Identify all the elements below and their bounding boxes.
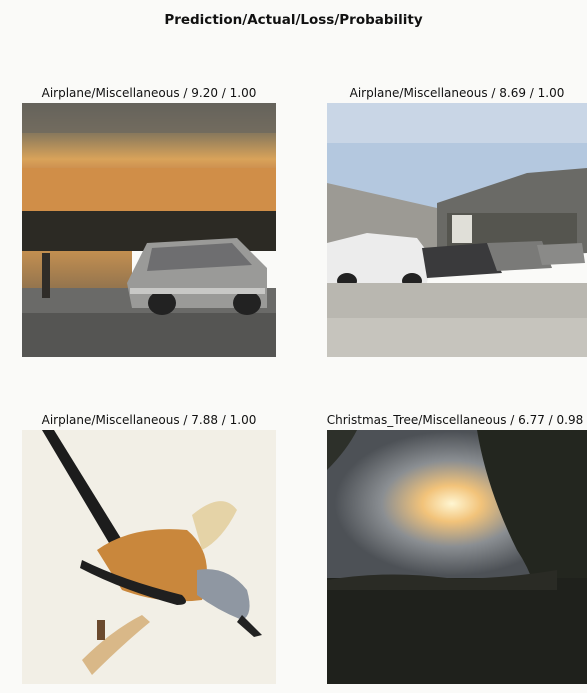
panel-1-title: Airplane/Miscellaneous / 9.20 / 1.00 (41, 86, 257, 100)
panel-2-title: Airplane/Miscellaneous / 8.69 / 1.00 (349, 86, 565, 100)
panel-4-image (327, 430, 587, 684)
panel-3-title: Airplane/Miscellaneous / 7.88 / 1.00 (41, 413, 257, 427)
panel-2-image (327, 103, 587, 357)
panel-4-title: Christmas_Tree/Miscellaneous / 6.77 / 0.… (326, 413, 584, 427)
panel-1-image (22, 103, 276, 357)
panel-3-image (22, 430, 276, 684)
figure-title: Prediction/Actual/Loss/Probability (164, 12, 423, 28)
